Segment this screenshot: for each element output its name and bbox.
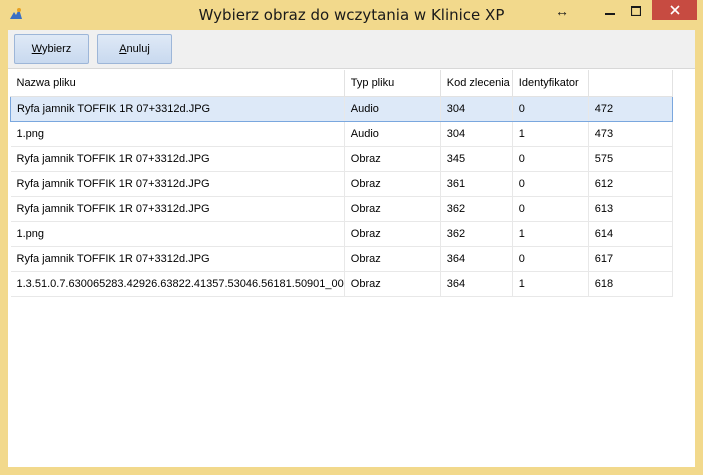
- cell-order-code: 304: [440, 95, 513, 122]
- cell-order-code: 304: [440, 121, 513, 147]
- column-header-id[interactable]: [588, 70, 673, 97]
- cell-file-type: Obraz: [344, 146, 441, 172]
- file-list-panel: Nazwa pliku Typ pliku Kod zlecenia Ident…: [8, 68, 695, 467]
- column-header-file-name[interactable]: Nazwa pliku: [10, 70, 345, 97]
- toolbar: Wybierz Anuluj: [8, 30, 695, 68]
- cell-order-code: 364: [440, 271, 513, 297]
- cell-identifier: 0: [512, 146, 589, 172]
- cell-file-name: Ryfa jamnik TOFFIK 1R 07+3312d.JPG: [10, 171, 345, 197]
- cell-id: 614: [588, 221, 673, 247]
- table-row[interactable]: Ryfa jamnik TOFFIK 1R 07+3312d.JPG Obraz 3…: [10, 146, 673, 172]
- cell-identifier: 1: [512, 271, 589, 297]
- resize-icon[interactable]: ↔: [548, 0, 576, 22]
- cell-id: 575: [588, 146, 673, 172]
- cell-order-code: 364: [440, 246, 513, 272]
- table-row[interactable]: Ryfa jamnik TOFFIK 1R 07+3312d.JPG Obraz 3…: [10, 196, 673, 222]
- file-table: Nazwa pliku Typ pliku Kod zlecenia Ident…: [10, 70, 673, 297]
- cell-order-code: 362: [440, 196, 513, 222]
- cell-file-type: Audio: [344, 121, 441, 147]
- table-row[interactable]: 1.3.51.0.7.630065283.42926.63822.41357.5…: [10, 271, 673, 297]
- cell-identifier: 0: [512, 95, 589, 122]
- maximize-icon: [631, 6, 641, 16]
- cell-id: 472: [588, 95, 673, 122]
- table-header-row: Nazwa pliku Typ pliku Kod zlecenia Ident…: [10, 70, 673, 97]
- column-header-order-code[interactable]: Kod zlecenia: [440, 70, 513, 97]
- cell-file-type: Obraz: [344, 171, 441, 197]
- cell-identifier: 0: [512, 196, 589, 222]
- cell-file-type: Obraz: [344, 271, 441, 297]
- table-row[interactable]: Ryfa jamnik TOFFIK 1R 07+3312d.JPG Obraz 3…: [10, 246, 673, 272]
- minimize-icon: [605, 13, 615, 15]
- select-button-label: Wybierz: [31, 43, 72, 55]
- maximize-button[interactable]: [622, 0, 650, 22]
- cell-file-name: 1.png: [10, 221, 345, 247]
- cell-file-name: Ryfa jamnik TOFFIK 1R 07+3312d.JPG: [10, 196, 345, 222]
- cell-file-name: 1.png: [10, 121, 345, 147]
- cell-id: 617: [588, 246, 673, 272]
- cell-identifier: 1: [512, 121, 589, 147]
- close-button[interactable]: [652, 0, 697, 20]
- cell-file-type: Audio: [344, 95, 441, 122]
- close-icon: [669, 5, 680, 15]
- minimize-button[interactable]: [596, 0, 624, 22]
- cell-file-type: Obraz: [344, 246, 441, 272]
- select-button[interactable]: Wybierz: [14, 34, 89, 64]
- cell-identifier: 1: [512, 221, 589, 247]
- cell-file-name: Ryfa jamnik TOFFIK 1R 07+3312d.JPG: [10, 95, 345, 122]
- window-border-bottom: [0, 467, 703, 475]
- cell-identifier: 0: [512, 171, 589, 197]
- column-header-identifier[interactable]: Identyfikator: [512, 70, 589, 97]
- column-header-file-type[interactable]: Typ pliku: [344, 70, 441, 97]
- cell-id: 618: [588, 271, 673, 297]
- cell-identifier: 0: [512, 246, 589, 272]
- cell-id: 613: [588, 196, 673, 222]
- cell-id: 612: [588, 171, 673, 197]
- cell-file-name: Ryfa jamnik TOFFIK 1R 07+3312d.JPG: [10, 146, 345, 172]
- table-row[interactable]: Ryfa jamnik TOFFIK 1R 07+3312d.JPG Obraz 3…: [10, 171, 673, 197]
- cell-file-name: 1.3.51.0.7.630065283.42926.63822.41357.5…: [10, 271, 345, 297]
- table-row[interactable]: 1.png Obraz 362 1 614: [10, 221, 673, 247]
- cell-file-type: Obraz: [344, 221, 441, 247]
- table-row[interactable]: Ryfa jamnik TOFFIK 1R 07+3312d.JPG Audio 3…: [10, 95, 673, 122]
- cancel-button[interactable]: Anuluj: [97, 34, 172, 64]
- title-bar[interactable]: Wybierz obraz do wczytania w Klinice XP …: [0, 0, 703, 30]
- cell-id: 473: [588, 121, 673, 147]
- cell-file-type: Obraz: [344, 196, 441, 222]
- dialog-window: Wybierz obraz do wczytania w Klinice XP …: [0, 0, 703, 475]
- cell-order-code: 345: [440, 146, 513, 172]
- cell-file-name: Ryfa jamnik TOFFIK 1R 07+3312d.JPG: [10, 246, 345, 272]
- table-row[interactable]: 1.png Audio 304 1 473: [10, 121, 673, 147]
- cancel-button-label: Anuluj: [119, 43, 150, 55]
- cell-order-code: 362: [440, 221, 513, 247]
- cell-order-code: 361: [440, 171, 513, 197]
